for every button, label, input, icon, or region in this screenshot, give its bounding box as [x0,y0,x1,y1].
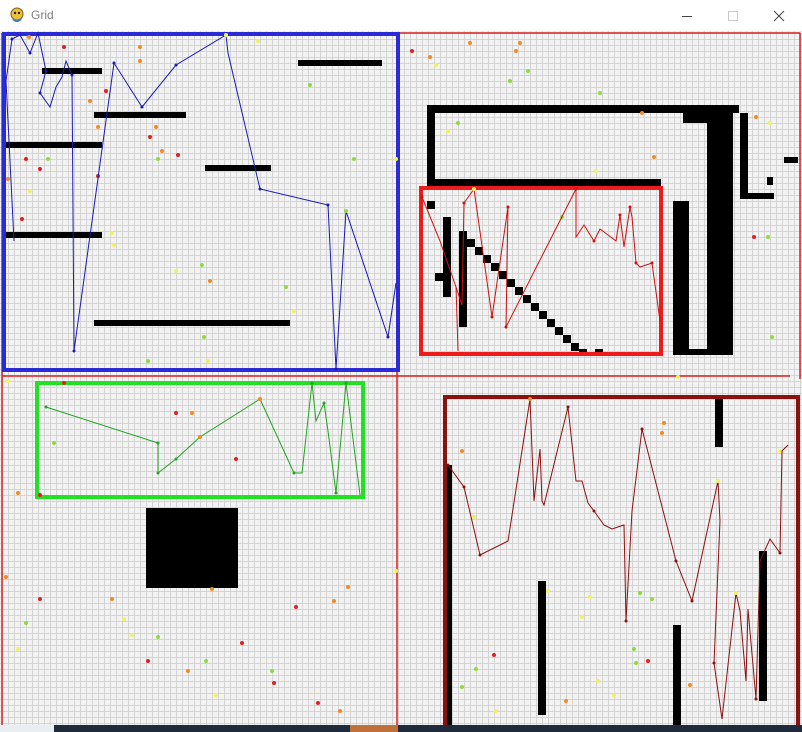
maximize-icon [728,10,738,21]
food-dots [4,35,782,713]
path-top-right [420,187,661,352]
pygame-snake-icon [10,7,24,22]
maximize-button[interactable] [710,0,756,31]
grid-svg [1,31,801,725]
taskbar-strip [0,725,802,732]
taskbar-start-area[interactable] [0,725,54,732]
title-bar[interactable]: Grid [0,0,802,31]
close-button[interactable] [756,0,802,31]
window-title: Grid [31,8,54,22]
panel-frames [2,32,800,725]
close-icon [773,10,785,21]
path-top-left [5,31,397,371]
grid-canvas[interactable] [0,31,802,725]
minimize-icon [682,15,692,17]
path-bottom-right [446,397,789,720]
taskbar-active-item[interactable] [350,725,398,732]
quadrant-dividers [1,32,801,725]
minimize-button[interactable] [664,0,710,31]
panel-bottom-right [443,395,800,725]
walls [6,60,798,725]
path-bottom-left [44,381,361,496]
